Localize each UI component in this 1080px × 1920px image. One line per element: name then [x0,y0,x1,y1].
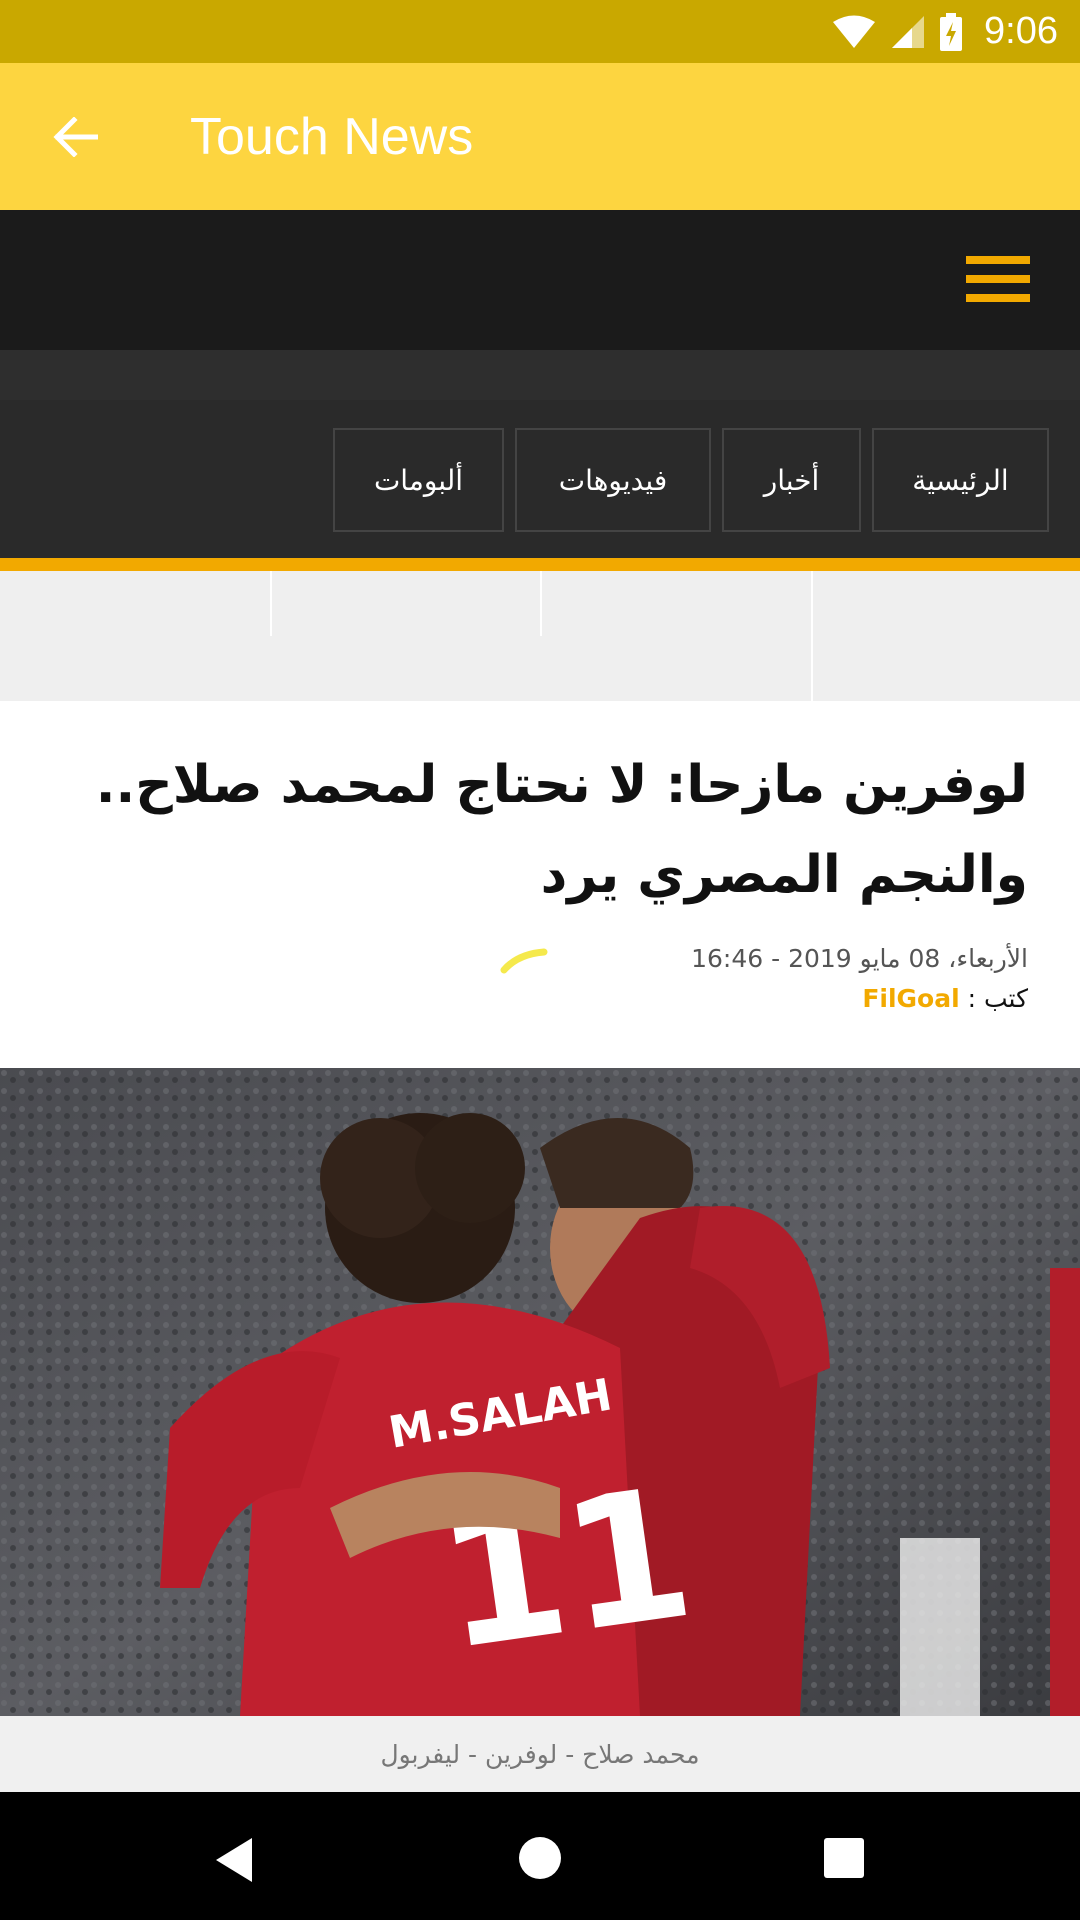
category-nav: الرئيسية أخبار فيديوهات ألبومات [0,400,1080,558]
article-title: لوفرين مازحا: لا نحتاج لمحمد صلاح.. والن… [95,755,1028,905]
article-date: الأربعاء، 08 مايو 2019 - 16:46 [691,944,1028,973]
signal-icon [892,15,925,48]
accent-divider [0,558,1080,571]
article-author: كتب : FilGoal [862,984,1028,1013]
article-photo: M.SALAH 11 [0,1068,1080,1716]
band-divider [270,571,272,636]
system-nav-bar [0,1792,1080,1920]
nav-item-news[interactable]: أخبار [722,428,861,532]
band-divider [811,571,813,701]
status-icons: 9:06 [832,10,1058,53]
image-caption-bar: محمد صلاح - لوفرين - ليفربول [0,1716,1080,1792]
band-divider [540,571,542,636]
ad-placeholder [0,571,1080,701]
hamburger-menu-icon[interactable] [966,256,1030,302]
back-arrow-icon [53,116,98,157]
nav-back-icon[interactable] [212,1836,256,1884]
author-source[interactable]: FilGoal [862,984,959,1013]
status-bar: 9:06 [0,0,1080,63]
nav-item-albums[interactable]: ألبومات [333,428,504,532]
loading-spinner-icon [500,948,548,974]
back-button[interactable] [0,63,150,210]
app-title: Touch News [190,107,474,166]
nav-item-videos[interactable]: فيديوهات [515,428,711,532]
status-time: 9:06 [984,10,1058,52]
header-strip [0,350,1080,400]
article-image[interactable]: M.SALAH 11 [0,1068,1080,1716]
nav-home-icon[interactable] [518,1836,562,1880]
battery-charging-icon [940,12,963,51]
app-bar: Touch News [0,63,1080,210]
nav-item-home[interactable]: الرئيسية [872,428,1049,532]
author-prefix: كتب : [967,984,1028,1013]
nav-recents-icon[interactable] [824,1838,864,1878]
wifi-icon [833,15,876,48]
site-header [0,210,1080,350]
image-caption: محمد صلاح - لوفرين - ليفربول [380,1739,700,1769]
